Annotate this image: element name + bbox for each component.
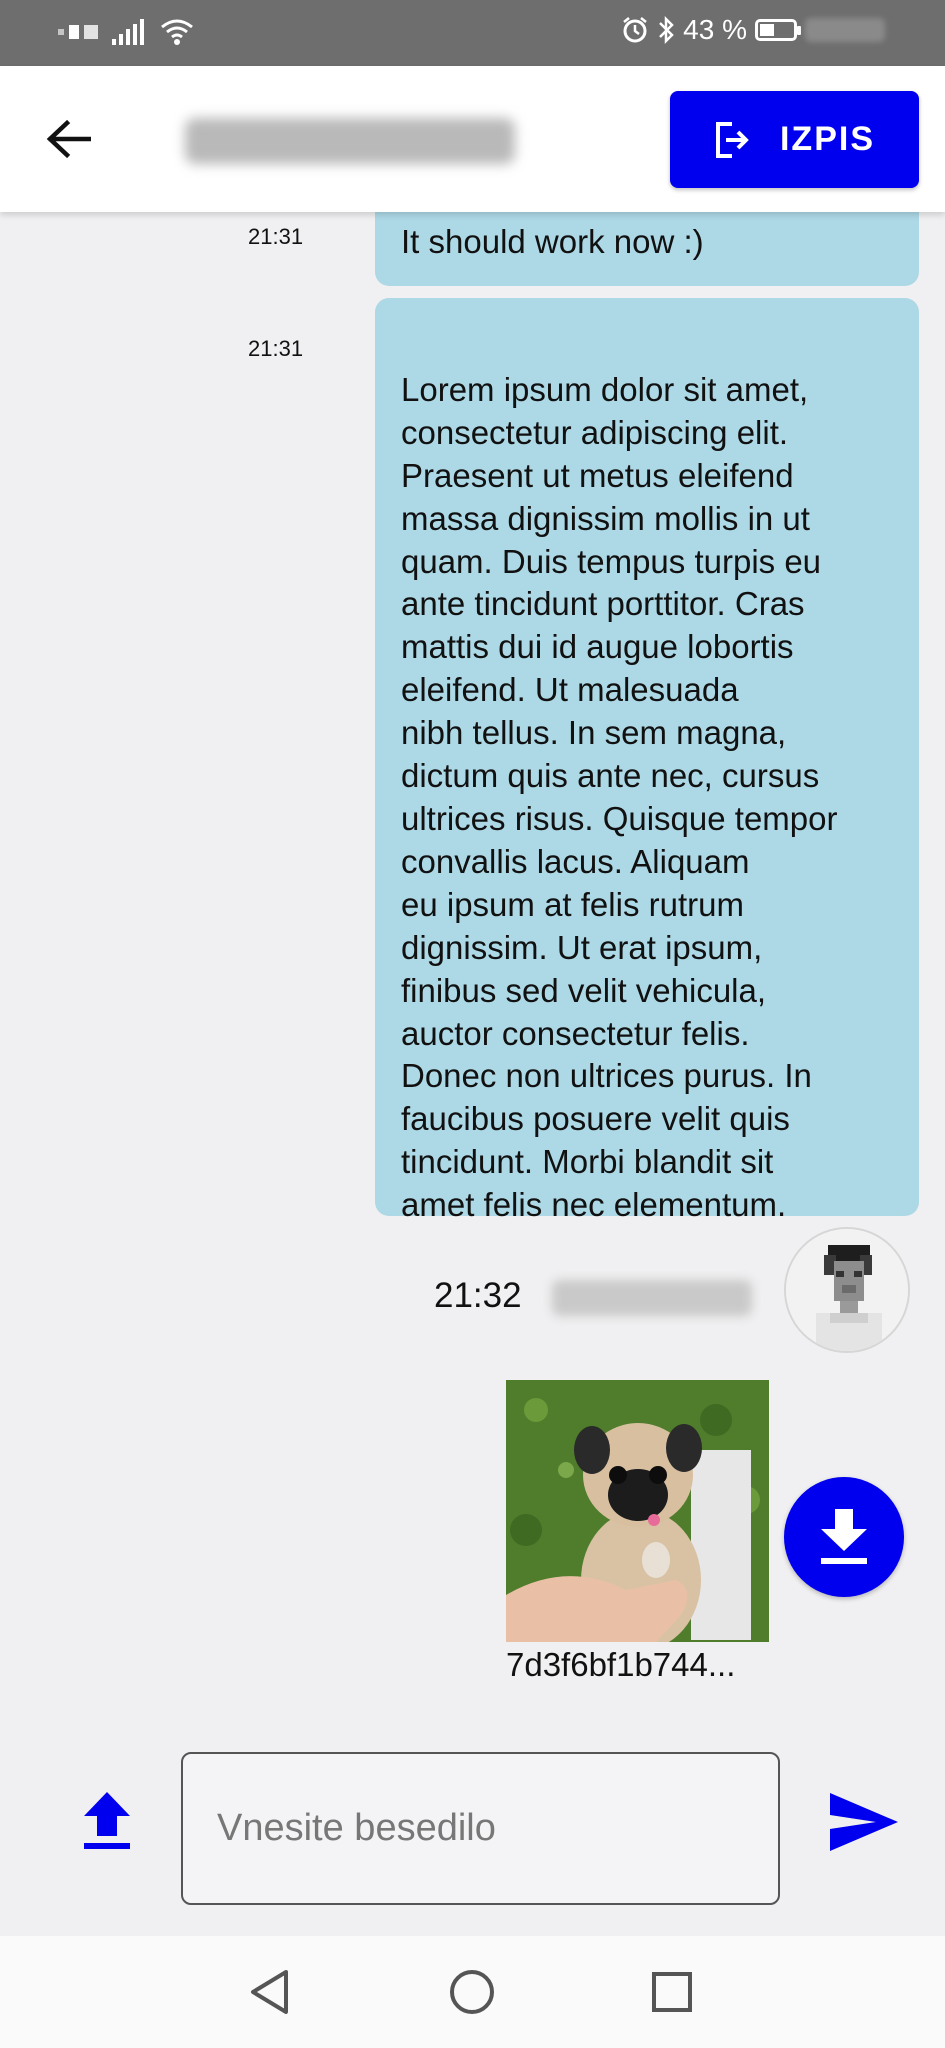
- status-bar-left: [58, 18, 194, 46]
- logout-icon: [715, 121, 749, 158]
- message-time: 21:31: [248, 224, 304, 249]
- message-time: 21:31: [248, 336, 304, 361]
- message-text: Lorem ipsum dolor sit amet, consectetur …: [401, 370, 838, 1224]
- alarm-icon: [623, 17, 647, 43]
- message-text: It should work now :): [401, 223, 704, 261]
- nav-home-button[interactable]: [446, 1966, 498, 2018]
- upload-button[interactable]: [76, 1788, 138, 1854]
- send-icon: [830, 1793, 898, 1851]
- upload-icon: [84, 1792, 130, 1849]
- status-bar: 43 %: [0, 0, 945, 66]
- avatar-image: [786, 1229, 908, 1351]
- send-button[interactable]: [826, 1790, 902, 1854]
- pug-photo: [506, 1380, 769, 1642]
- nav-home-icon: [450, 1970, 494, 2014]
- status-bar-right: 43 %: [621, 14, 885, 46]
- sender-name-redacted: [552, 1280, 752, 1316]
- nav-recents-icon: [652, 1972, 692, 2012]
- battery-icon: [755, 19, 801, 41]
- app-bar: IZPIS: [0, 66, 945, 212]
- file-name: 7d3f6bf1b744...: [506, 1646, 736, 1683]
- back-button[interactable]: [40, 111, 96, 167]
- nav-recents-button[interactable]: [646, 1966, 698, 2018]
- message-bubble[interactable]: Lorem ipsum dolor sit amet, consectetur …: [375, 298, 919, 1223]
- image-attachment[interactable]: [506, 1380, 769, 1642]
- message-input[interactable]: [181, 1752, 780, 1905]
- message-bubble[interactable]: It should work now :): [375, 212, 919, 286]
- logout-label: IZPIS: [779, 120, 876, 158]
- contact-name-redacted: [185, 118, 515, 164]
- avatar[interactable]: [784, 1227, 910, 1353]
- battery-percent: 43 %: [683, 14, 747, 45]
- download-icon: [821, 1509, 867, 1564]
- nav-back-icon: [251, 1970, 288, 2014]
- system-nav-bar: [0, 1936, 945, 2048]
- message-time: 21:32: [434, 1276, 522, 1315]
- clock-redacted: [805, 18, 885, 42]
- wifi-icon: [161, 19, 193, 45]
- nav-back-button[interactable]: [244, 1966, 296, 2018]
- bluetooth-icon: [659, 15, 674, 45]
- logout-button[interactable]: IZPIS: [670, 91, 919, 188]
- arrow-left-icon: [46, 119, 91, 159]
- signal-icon: [112, 19, 144, 45]
- sim-icon: [58, 25, 98, 39]
- download-button[interactable]: [784, 1477, 904, 1597]
- chat-messages[interactable]: 21:31 It should work now :) 21:31 Lorem …: [0, 212, 945, 1732]
